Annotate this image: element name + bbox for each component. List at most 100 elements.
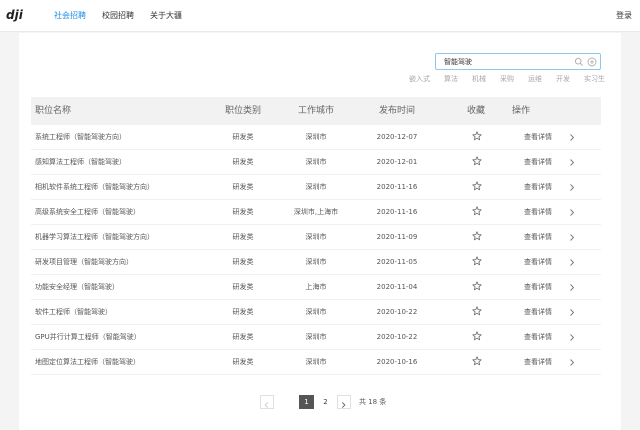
table-row[interactable]: 功能安全经理（智能驾驶） 研发类 上海市 2020-11-04 查看详情 <box>31 275 601 300</box>
star-icon[interactable] <box>472 306 482 316</box>
chevron-right-icon[interactable] <box>569 158 575 167</box>
view-details-link[interactable]: 查看详情 <box>524 183 552 192</box>
chevron-right-icon[interactable] <box>569 233 575 242</box>
job-category: 研发类 <box>232 133 254 141</box>
view-details-link[interactable]: 查看详情 <box>524 333 552 342</box>
nav-about-dji[interactable]: 关于大疆 <box>150 11 182 21</box>
table-row[interactable]: 软件工程师（智能驾驶） 研发类 深圳市 2020-10-22 查看详情 <box>31 300 601 325</box>
prev-page-button[interactable] <box>260 395 274 409</box>
job-list-card: 智能驾驶 嵌入式 算法 机械 采购 运维 开发 实习生 职位名称 职位类别 工作… <box>19 33 621 430</box>
star-icon[interactable] <box>472 331 482 341</box>
page-button-1[interactable]: 1 <box>299 395 314 409</box>
job-category: 研发类 <box>232 158 254 166</box>
job-city: 上海市 <box>305 283 327 291</box>
filter-development[interactable]: 开发 <box>556 75 570 84</box>
star-icon[interactable] <box>472 231 482 241</box>
filter-algorithm[interactable]: 算法 <box>444 75 458 84</box>
star-icon[interactable] <box>472 281 482 291</box>
star-icon[interactable] <box>472 181 482 191</box>
job-category: 研发类 <box>232 233 254 241</box>
filter-procurement[interactable]: 采购 <box>500 75 514 84</box>
job-category: 研发类 <box>232 308 254 316</box>
filter-mechanical[interactable]: 机械 <box>472 75 486 84</box>
job-title[interactable]: 研发项目管理（智能驾驶方向） <box>35 258 133 267</box>
table-row[interactable]: 高级系统安全工程师（智能驾驶） 研发类 深圳市,上海市 2020-11-16 查看详情 <box>31 200 601 225</box>
page-button-2[interactable]: 2 <box>318 395 333 409</box>
chevron-right-icon[interactable] <box>569 283 575 292</box>
job-city: 深圳市 <box>305 158 327 166</box>
job-title[interactable]: 相机软件系统工程师（智能驾驶方向） <box>35 183 154 192</box>
column-header-category: 职位类别 <box>224 106 261 116</box>
chevron-right-icon[interactable] <box>569 258 575 267</box>
login-link[interactable]: 登录 <box>616 11 632 21</box>
job-category: 研发类 <box>232 208 254 216</box>
table-row[interactable]: 相机软件系统工程师（智能驾驶方向） 研发类 深圳市 2020-11-16 查看详情 <box>31 175 601 200</box>
chevron-right-icon[interactable] <box>569 183 575 192</box>
table-row[interactable]: GPU并行计算工程师（智能驾驶） 研发类 深圳市 2020-10-22 查看详情 <box>31 325 601 350</box>
search-icon[interactable] <box>574 57 584 67</box>
job-title[interactable]: 地图定位算法工程师（智能驾驶） <box>35 358 140 367</box>
job-date: 2020-11-16 <box>376 208 418 216</box>
job-title[interactable]: 软件工程师（智能驾驶） <box>35 308 112 317</box>
filter-intern[interactable]: 实习生 <box>584 75 605 84</box>
chevron-right-icon[interactable] <box>569 133 575 142</box>
view-details-link[interactable]: 查看详情 <box>524 258 552 267</box>
table-row[interactable]: 机器学习算法工程师（智能驾驶方向） 研发类 深圳市 2020-11-09 查看详情 <box>31 225 601 250</box>
view-details-link[interactable]: 查看详情 <box>524 133 552 142</box>
job-date: 2020-10-16 <box>376 358 418 366</box>
view-details-link[interactable]: 查看详情 <box>524 358 552 367</box>
chevron-left-icon <box>264 402 269 408</box>
star-icon[interactable] <box>472 206 482 216</box>
job-title[interactable]: 机器学习算法工程师（智能驾驶方向） <box>35 233 154 242</box>
star-icon[interactable] <box>472 131 482 141</box>
job-city: 深圳市 <box>305 358 327 366</box>
column-header-favorite: 收藏 <box>466 106 485 116</box>
job-table: 职位名称 职位类别 工作城市 发布时间 收藏 操作 系统工程师（智能驾驶方向） 研… <box>31 97 601 375</box>
column-header-title: 职位名称 <box>35 106 72 116</box>
chevron-right-icon[interactable] <box>569 208 575 217</box>
job-title[interactable]: 感知算法工程师（智能驾驶） <box>35 158 126 167</box>
job-category: 研发类 <box>232 258 254 266</box>
star-icon[interactable] <box>472 156 482 166</box>
table-row[interactable]: 感知算法工程师（智能驾驶） 研发类 深圳市 2020-12-01 查看详情 <box>31 150 601 175</box>
chevron-right-icon[interactable] <box>569 308 575 317</box>
view-details-link[interactable]: 查看详情 <box>524 283 552 292</box>
job-city: 深圳市 <box>305 333 327 341</box>
job-title[interactable]: GPU并行计算工程师（智能驾驶） <box>35 333 141 342</box>
next-page-button[interactable] <box>337 395 351 409</box>
column-header-city: 工作城市 <box>297 106 334 116</box>
search-input-value[interactable]: 智能驾驶 <box>444 58 472 66</box>
job-city: 深圳市 <box>305 133 327 141</box>
filter-embedded[interactable]: 嵌入式 <box>409 75 430 84</box>
nav-social-recruitment[interactable]: 社会招聘 <box>54 11 86 21</box>
view-details-link[interactable]: 查看详情 <box>524 158 552 167</box>
job-category: 研发类 <box>232 283 254 291</box>
job-title[interactable]: 系统工程师（智能驾驶方向） <box>35 133 126 142</box>
job-title[interactable]: 高级系统安全工程师（智能驾驶） <box>35 208 140 217</box>
job-city: 深圳市 <box>305 308 327 316</box>
job-date: 2020-10-22 <box>376 308 418 316</box>
nav-campus-recruitment[interactable]: 校园招聘 <box>102 11 134 21</box>
column-header-date: 发布时间 <box>378 106 415 116</box>
filter-operations[interactable]: 运维 <box>528 75 542 84</box>
table-row[interactable]: 研发项目管理（智能驾驶方向） 研发类 深圳市 2020-11-05 查看详情 <box>31 250 601 275</box>
view-details-link[interactable]: 查看详情 <box>524 208 552 217</box>
job-date: 2020-12-07 <box>376 133 418 141</box>
job-city: 深圳市 <box>305 183 327 191</box>
top-navigation-bar: dji 社会招聘 校园招聘 关于大疆 登录 <box>0 0 640 32</box>
job-category: 研发类 <box>232 333 254 341</box>
table-row[interactable]: 地图定位算法工程师（智能驾驶） 研发类 深圳市 2020-10-16 查看详情 <box>31 350 601 375</box>
job-date: 2020-10-22 <box>376 333 418 341</box>
view-details-link[interactable]: 查看详情 <box>524 308 552 317</box>
job-title[interactable]: 功能安全经理（智能驾驶） <box>35 283 119 292</box>
chevron-right-icon[interactable] <box>569 333 575 342</box>
plus-circle-icon[interactable] <box>587 57 597 67</box>
chevron-right-icon[interactable] <box>569 358 575 367</box>
view-details-link[interactable]: 查看详情 <box>524 233 552 242</box>
search-input[interactable]: 智能驾驶 <box>435 53 601 70</box>
dji-logo[interactable]: dji <box>6 8 30 22</box>
job-category: 研发类 <box>232 358 254 366</box>
table-row[interactable]: 系统工程师（智能驾驶方向） 研发类 深圳市 2020-12-07 查看详情 <box>31 125 601 150</box>
star-icon[interactable] <box>472 356 482 366</box>
star-icon[interactable] <box>472 256 482 266</box>
